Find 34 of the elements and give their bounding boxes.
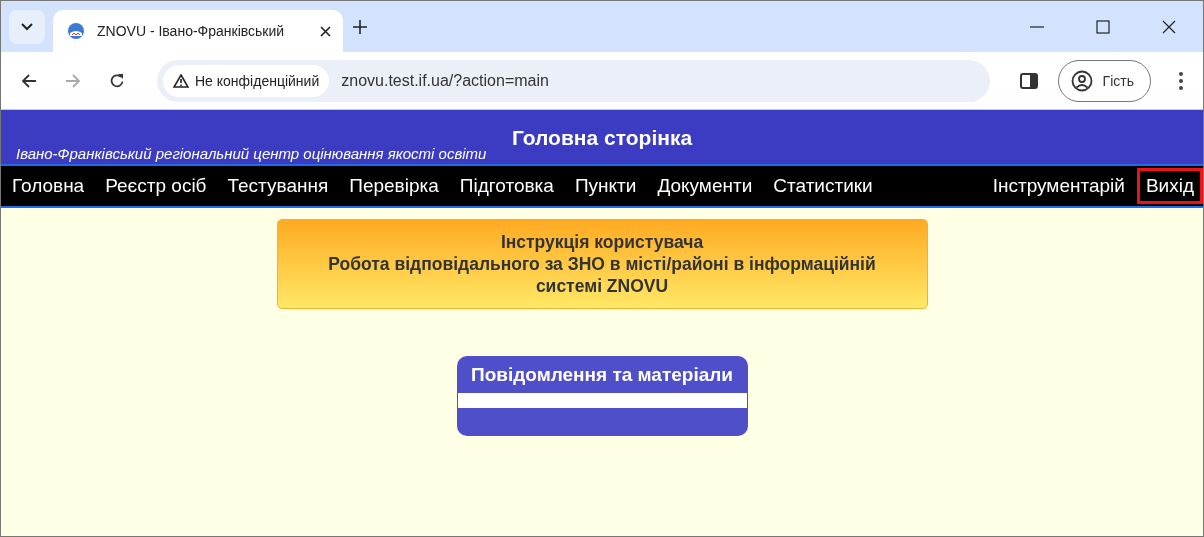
address-bar[interactable]: Не конфіденційний znovu.test.if.ua/?action=main (157, 59, 990, 102)
nav-link[interactable]: Тестування (218, 168, 338, 204)
more-menu-icon[interactable] (1179, 71, 1183, 90)
nav-link[interactable]: Пункти (565, 168, 646, 204)
security-label: Не конфіденційний (195, 72, 320, 89)
user-guide-button[interactable]: Інструкція користувача Робота відповідального за ЗНО в місті/районі в інформаційній системі ZNOVU (276, 219, 928, 309)
profile-button[interactable]: Гість (1057, 59, 1151, 102)
tab-title: ZNOVU - Івано-Франківський (97, 23, 286, 39)
nav-link[interactable]: Документи (648, 168, 762, 204)
back-arrow-icon[interactable] (21, 72, 37, 89)
side-panel-icon[interactable] (1019, 72, 1038, 89)
new-tab-icon[interactable] (353, 19, 367, 34)
nav-link[interactable]: Інструментарій (983, 168, 1134, 204)
browser-tab[interactable]: ZNOVU - Івано-Франківський (53, 10, 343, 52)
user-icon (1070, 69, 1093, 92)
url-text: znovu.test.if.ua/?action=main (341, 71, 549, 90)
nav-link[interactable]: Статистики (764, 168, 882, 204)
reload-icon[interactable] (109, 72, 125, 89)
chevron-down-icon (21, 22, 33, 31)
nav-link[interactable]: Перевірка (340, 168, 448, 204)
nav-link[interactable]: Головна (3, 168, 94, 204)
security-chip[interactable]: Не конфіденційний (163, 64, 330, 97)
close-icon[interactable] (320, 25, 331, 37)
close-icon[interactable] (1162, 19, 1176, 34)
maximize-icon[interactable] (1096, 19, 1110, 34)
page-title: Головна сторінка (511, 126, 693, 150)
panel-title: Повідомлення та матеріали (471, 363, 733, 387)
nav-link[interactable]: Підготовка (450, 168, 563, 204)
warning-icon (173, 73, 189, 88)
tab-list-button[interactable] (9, 9, 45, 44)
organization-name: Івано-Франківський регіональний центр оцінювання якості освіти (16, 146, 487, 162)
nav-link[interactable]: Вихід (1136, 168, 1203, 204)
site-logo-icon (67, 22, 85, 40)
nav-link[interactable]: Реєстр осіб (96, 168, 216, 204)
